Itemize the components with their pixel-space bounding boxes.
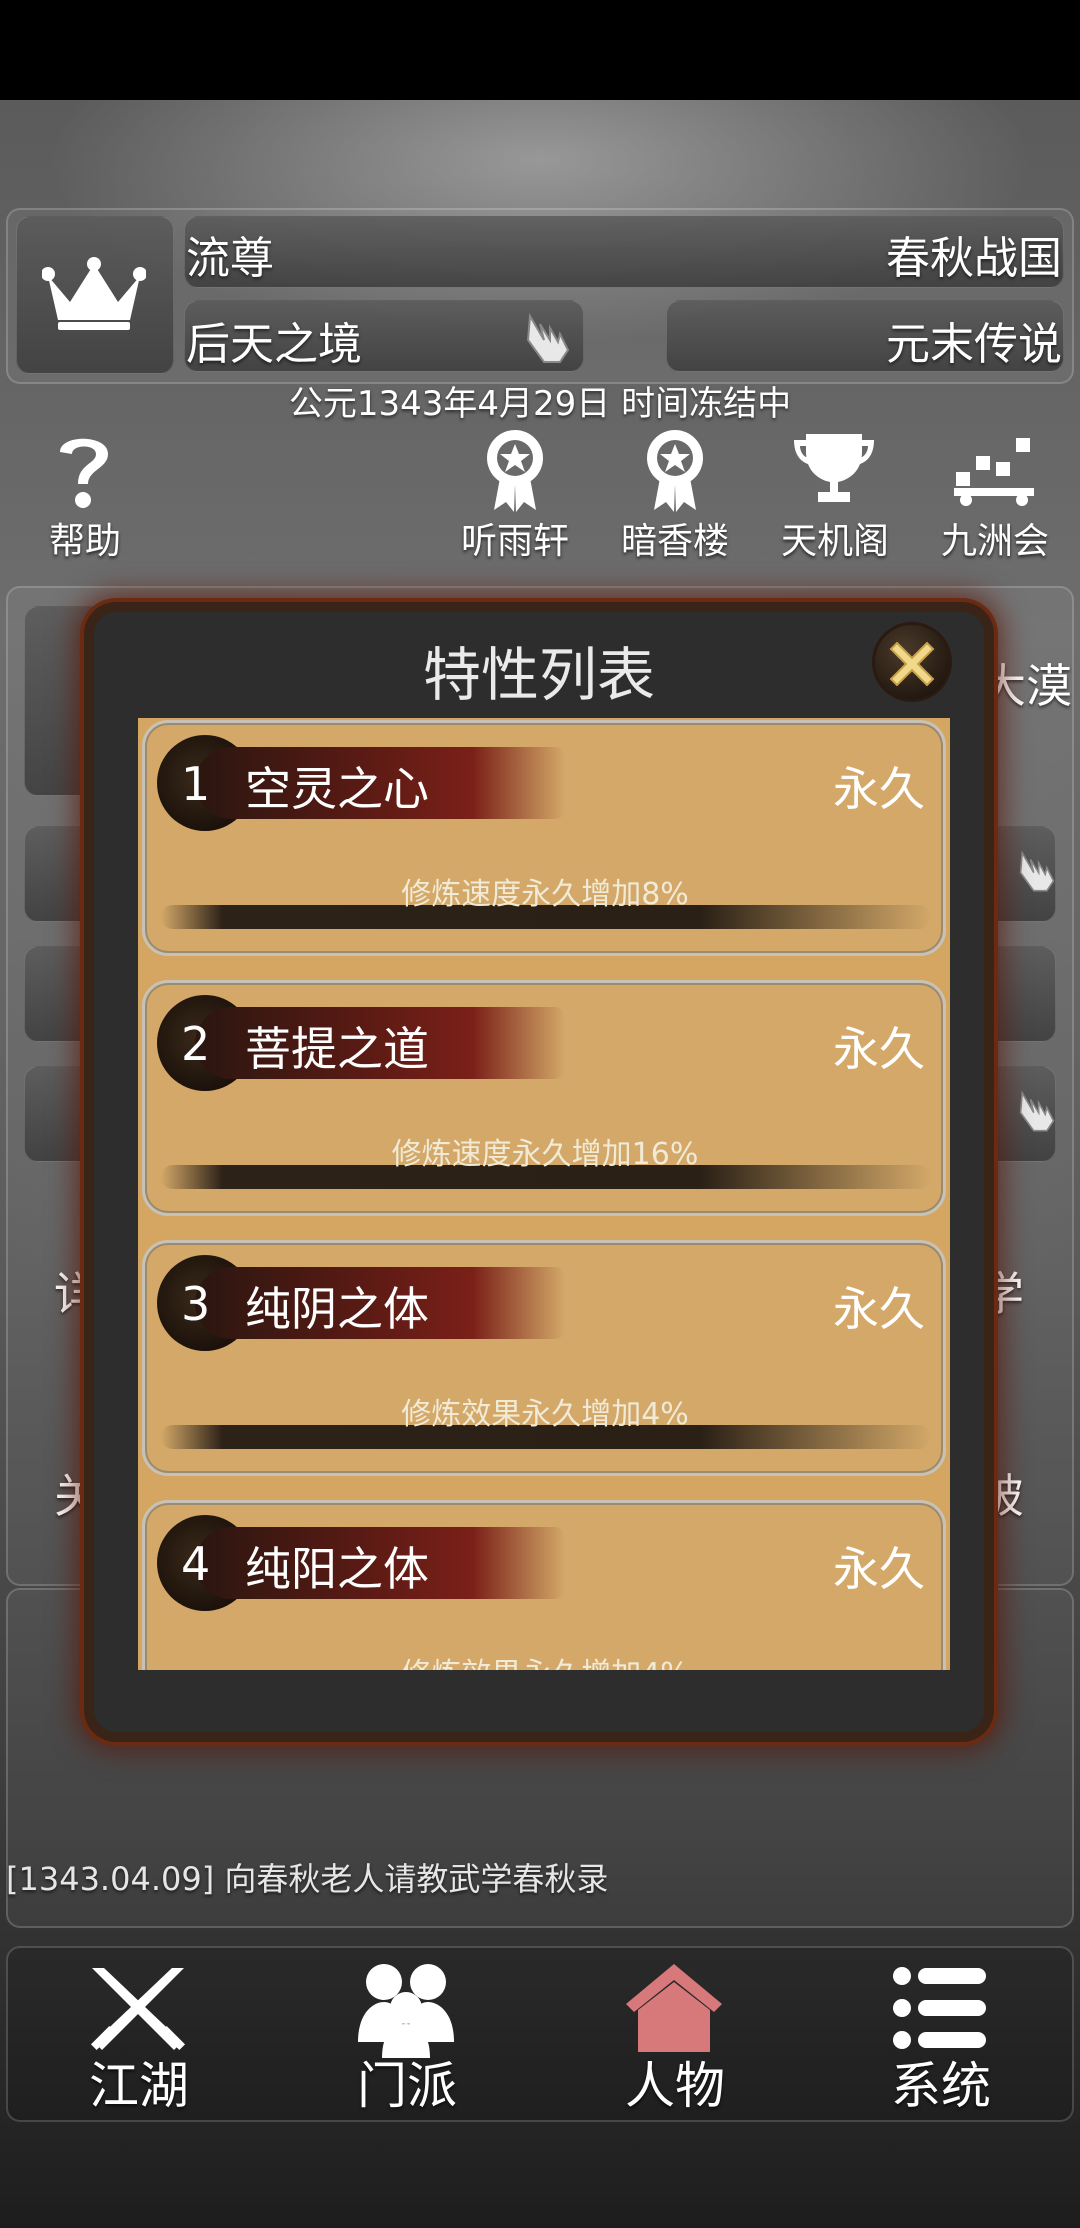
status-bar	[0, 0, 1080, 100]
trait-list[interactable]: 1 空灵之心 永久 修炼速度永久增加8% 2 菩提之道 永久 修炼速度永久增加1…	[138, 718, 950, 1670]
help-label[interactable]: 帮助	[10, 512, 160, 564]
trait-number: 4	[181, 1537, 211, 1591]
tianjige-label[interactable]: 天机阁	[760, 512, 910, 564]
trait-duration: 永久	[833, 1282, 925, 1336]
trait-description: 修炼速度永久增加16%	[391, 1137, 699, 1172]
anxianglou-label[interactable]: 暗香楼	[600, 512, 750, 564]
dialog-title: 特性列表	[422, 641, 655, 709]
title-rank: 流尊	[186, 233, 274, 284]
medal-icon[interactable]	[484, 428, 546, 512]
list-icon[interactable]	[892, 1966, 988, 2050]
medal-icon[interactable]	[644, 428, 706, 512]
house-icon[interactable]	[622, 1960, 726, 2056]
date-status: 公元1343年4月29日 时间冻结中	[288, 384, 792, 424]
chart-icon[interactable]	[952, 432, 1036, 506]
question-icon[interactable]	[52, 428, 116, 512]
close-icon	[889, 641, 935, 687]
trait-card[interactable]: 4 纯阳之体 永久 修炼效果永久增加4%	[142, 1500, 946, 1670]
trait-number: 2	[181, 1017, 211, 1071]
trait-duration: 永久	[833, 762, 925, 816]
trait-number: 3	[181, 1277, 211, 1331]
trait-card[interactable]: 1 空灵之心 永久 修炼速度永久增加8%	[142, 720, 946, 956]
trait-description: 修炼效果永久增加4%	[145, 1649, 945, 1670]
nav-xitong-label[interactable]: 系统	[866, 2046, 1016, 2118]
nav-menpai-label[interactable]: 门派	[332, 2046, 482, 2118]
trophy-icon[interactable]	[792, 430, 876, 508]
people-icon[interactable]	[354, 1958, 458, 2058]
pointer-hand-icon	[526, 312, 570, 363]
realm-label: 后天之境	[186, 319, 362, 370]
breakthrough-button-label[interactable]: 破	[978, 1460, 1024, 1526]
crown-icon	[42, 257, 146, 330]
trait-duration: 永久	[833, 1542, 925, 1596]
pointer-hand-icon[interactable]	[1014, 848, 1060, 894]
close-button[interactable]	[872, 622, 952, 702]
log-entry: [1343.04.09] 向春秋老人请教武学春秋录	[6, 1860, 609, 1898]
trait-name: 纯阳之体	[245, 1542, 429, 1596]
era-label: 春秋战国	[886, 233, 1062, 284]
tingyuxuan-label[interactable]: 听雨轩	[440, 512, 590, 564]
trait-name: 空灵之心	[245, 762, 429, 816]
trait-card[interactable]: 2 菩提之道 永久 修炼速度永久增加16%	[142, 980, 946, 1216]
nav-renwu-label[interactable]: 人物	[600, 2046, 750, 2118]
region-label: 大漠	[980, 659, 1072, 713]
crossed-swords-icon[interactable]	[86, 1964, 190, 2054]
jiuzhouhui-label[interactable]: 九洲会	[920, 512, 1070, 564]
legend-label: 元末传说	[886, 319, 1062, 370]
trait-duration: 永久	[833, 1022, 925, 1076]
trait-name: 菩提之道	[245, 1022, 429, 1076]
trait-description: 修炼速度永久增加8%	[401, 877, 689, 912]
trait-description: 修炼效果永久增加4%	[401, 1397, 689, 1432]
martial-button-label[interactable]: 学	[978, 1258, 1024, 1324]
trait-name: 纯阴之体	[245, 1282, 429, 1336]
trait-card[interactable]: 3 纯阴之体 永久 修炼效果永久增加4%	[142, 1240, 946, 1476]
nav-jianghu-label[interactable]: 江湖	[64, 2046, 214, 2118]
pointer-hand-icon[interactable]	[1014, 1088, 1060, 1134]
trait-number: 1	[181, 757, 211, 811]
